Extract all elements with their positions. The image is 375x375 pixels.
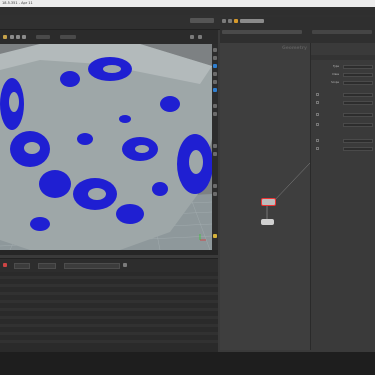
parameter-panel: Type Class Scope bbox=[310, 43, 375, 350]
param-field[interactable] bbox=[343, 113, 373, 117]
timeline-bar[interactable] bbox=[0, 250, 218, 255]
display-option-icon[interactable] bbox=[213, 152, 217, 156]
param-field[interactable] bbox=[343, 101, 373, 105]
network-editor[interactable]: Geometry bbox=[220, 43, 310, 350]
list-item[interactable] bbox=[0, 308, 218, 311]
param-row-class: Class bbox=[313, 73, 375, 78]
display-option-icon[interactable] bbox=[213, 72, 217, 76]
parameter-node-path[interactable] bbox=[312, 30, 372, 34]
scene-path-field[interactable] bbox=[14, 263, 30, 269]
gear-icon[interactable] bbox=[198, 35, 202, 39]
rotate-icon[interactable] bbox=[16, 35, 20, 39]
display-option-icon[interactable] bbox=[213, 192, 217, 196]
param-field[interactable] bbox=[343, 65, 373, 69]
list-item[interactable] bbox=[0, 340, 218, 343]
param-field[interactable] bbox=[343, 147, 373, 151]
viewport-render bbox=[0, 44, 212, 250]
status-bar bbox=[0, 352, 375, 375]
snap-menu[interactable] bbox=[36, 35, 50, 39]
back-icon[interactable] bbox=[222, 19, 226, 23]
param-label: Scope bbox=[331, 81, 339, 84]
display-option-icon[interactable] bbox=[213, 144, 217, 148]
display-option-icon[interactable] bbox=[213, 48, 217, 52]
parameter-tabs[interactable] bbox=[311, 55, 375, 60]
display-option-icon[interactable] bbox=[213, 88, 217, 92]
pin-icon[interactable] bbox=[190, 35, 194, 39]
param-label: Class bbox=[332, 73, 339, 76]
param-row bbox=[313, 123, 375, 128]
list-item[interactable] bbox=[0, 300, 218, 303]
param-checkbox[interactable] bbox=[316, 113, 319, 116]
param-field[interactable] bbox=[343, 93, 373, 97]
param-row bbox=[313, 139, 375, 144]
param-checkbox[interactable] bbox=[316, 101, 319, 104]
close-icon[interactable] bbox=[3, 263, 7, 267]
gear-icon[interactable] bbox=[123, 263, 127, 267]
window-title: 18.5.351 - Apr 11 bbox=[2, 1, 33, 5]
list-item[interactable] bbox=[0, 316, 218, 319]
display-option-icon[interactable] bbox=[213, 64, 217, 68]
param-checkbox[interactable] bbox=[316, 123, 319, 126]
param-field[interactable] bbox=[343, 73, 373, 77]
param-row-type: Type bbox=[313, 65, 375, 70]
node-wires bbox=[266, 162, 310, 219]
display-option-icon[interactable] bbox=[213, 104, 217, 108]
display-option-icon[interactable] bbox=[213, 80, 217, 84]
display-option-icon[interactable] bbox=[213, 112, 217, 116]
list-item[interactable] bbox=[0, 292, 218, 295]
list-item[interactable] bbox=[0, 324, 218, 327]
param-row-scope: Scope bbox=[313, 81, 375, 86]
param-row bbox=[313, 113, 375, 118]
node-body[interactable] bbox=[261, 219, 274, 225]
list-item[interactable] bbox=[0, 332, 218, 335]
scene-viewport[interactable] bbox=[0, 44, 212, 250]
forward-icon[interactable] bbox=[228, 19, 232, 23]
viewport-toolbar bbox=[0, 30, 218, 44]
network-path[interactable] bbox=[240, 19, 264, 23]
network-editor-header bbox=[220, 17, 375, 43]
param-row bbox=[313, 101, 375, 106]
scale-icon[interactable] bbox=[22, 35, 26, 39]
scene-tree-panel bbox=[0, 272, 218, 352]
desktop-selector[interactable] bbox=[190, 18, 214, 23]
display-menu[interactable] bbox=[60, 35, 76, 39]
menu-bar[interactable] bbox=[0, 7, 375, 15]
param-checkbox[interactable] bbox=[316, 147, 319, 150]
list-item[interactable] bbox=[0, 276, 218, 279]
display-option-icon[interactable] bbox=[213, 56, 217, 60]
param-checkbox[interactable] bbox=[316, 93, 319, 96]
display-option-icon[interactable] bbox=[213, 184, 217, 188]
list-item[interactable] bbox=[0, 284, 218, 287]
title-bar: 18.5.351 - Apr 11 bbox=[0, 0, 375, 7]
node-body[interactable] bbox=[261, 198, 276, 206]
obj-context-icon[interactable] bbox=[234, 19, 238, 23]
display-option-icon[interactable] bbox=[213, 234, 217, 238]
param-row bbox=[313, 93, 375, 98]
param-label: Type bbox=[333, 65, 339, 68]
param-row bbox=[313, 147, 375, 152]
param-field[interactable] bbox=[343, 81, 373, 85]
param-field[interactable] bbox=[343, 123, 373, 127]
hand-icon[interactable] bbox=[10, 35, 14, 39]
param-field[interactable] bbox=[343, 139, 373, 143]
scene-filter-field[interactable] bbox=[38, 263, 56, 269]
select-icon[interactable] bbox=[3, 35, 7, 39]
param-checkbox[interactable] bbox=[316, 139, 319, 142]
scene-search-field[interactable] bbox=[64, 263, 120, 269]
viewport-display-options bbox=[212, 44, 218, 250]
scene-graph-toolbar bbox=[0, 258, 218, 273]
network-menu-bar[interactable] bbox=[222, 30, 302, 34]
